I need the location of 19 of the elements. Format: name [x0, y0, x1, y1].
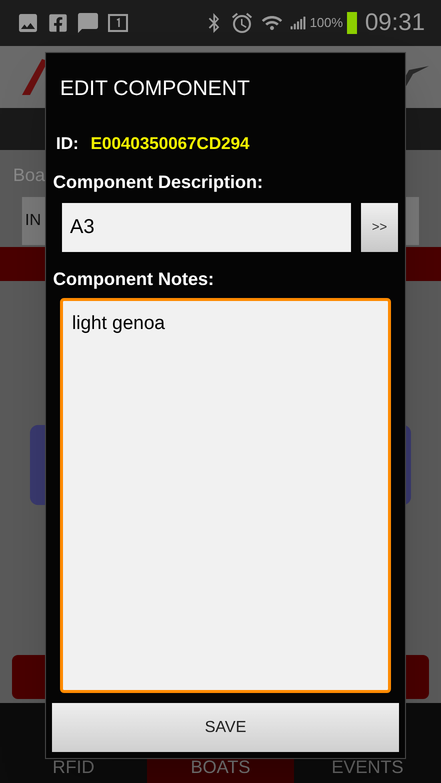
calendar-icon: [108, 14, 128, 32]
facebook-icon: [48, 13, 68, 33]
id-value: E0040350067CD294: [90, 133, 250, 155]
notes-label: Component Notes:: [52, 268, 215, 291]
battery-icon: [346, 12, 357, 34]
description-label: Component Description:: [52, 170, 264, 194]
id-label: ID:: [56, 133, 79, 155]
description-field[interactable]: A3: [62, 202, 351, 252]
alarm-icon: [230, 11, 254, 35]
dialog-title: EDIT COMPONENT: [59, 76, 251, 102]
clock-time: 09:31: [364, 11, 425, 35]
signal-icon: [290, 15, 306, 31]
picture-icon: [16, 11, 40, 35]
more-button[interactable]: >>: [361, 202, 398, 252]
battery-percent: 100%: [310, 14, 343, 32]
chat-icon: [76, 11, 100, 35]
save-button[interactable]: SAVE: [52, 703, 399, 752]
wifi-icon: [262, 13, 282, 33]
notes-field[interactable]: light genoa: [60, 298, 391, 693]
